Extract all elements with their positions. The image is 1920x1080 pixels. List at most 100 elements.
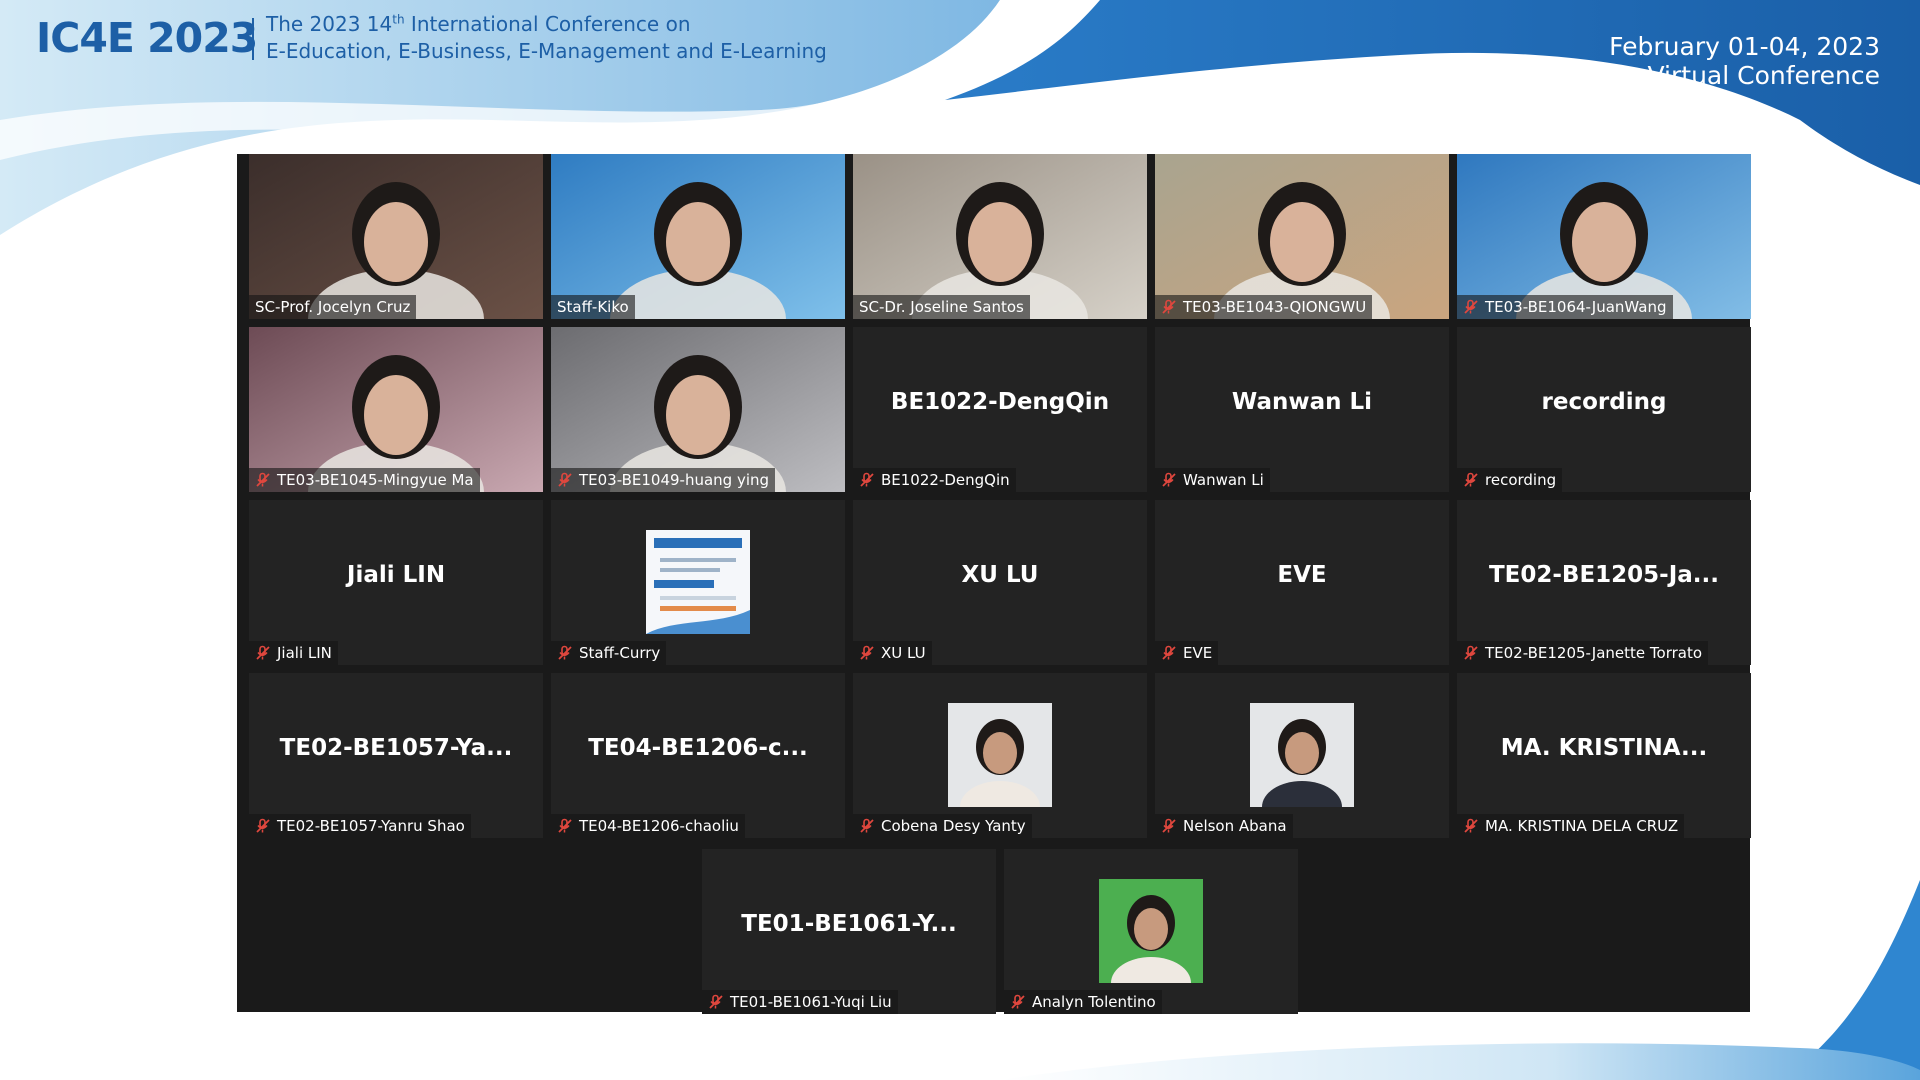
participant-name: Jiali LIN [277,644,332,662]
participant-profile-photo [948,703,1052,807]
mic-muted-icon [558,645,572,660]
mic-muted-icon [1162,472,1176,487]
participant-name: Analyn Tolentino [1032,993,1156,1011]
participant-name-label: TE01-BE1061-Yuqi Liu [702,990,898,1014]
participant-display-name: XU LU [961,562,1039,588]
participant-tile[interactable]: Staff-Kiko [551,154,845,319]
participant-name-label: SC-Dr. Joseline Santos [853,295,1030,319]
participant-name-label: TE02-BE1057-Yanru Shao [249,814,471,838]
participant-name: TE04-BE1206-chaoliu [579,817,739,835]
participant-name-label: XU LU [853,641,932,665]
participant-display-name: Wanwan Li [1231,389,1373,415]
conference-dates: February 01-04, 2023 [1609,32,1880,61]
participant-tile[interactable]: TE02-BE1057-Ya... TE02-BE1057-Yanru Shao [249,673,543,838]
participant-name: recording [1485,471,1557,489]
participant-name-label: EVE [1155,641,1219,665]
mic-muted-icon [1162,645,1176,660]
header-separator [252,18,254,60]
participant-tile[interactable]: TE04-BE1206-c... TE04-BE1206-chaoliu [551,673,845,838]
participant-name-label: Jiali LIN [249,641,338,665]
participant-name: Nelson Abana [1183,817,1287,835]
mic-muted-icon [1464,299,1478,314]
participant-tile[interactable]: EVE EVE [1155,500,1449,665]
participant-tile[interactable]: Wanwan Li Wanwan Li [1155,327,1449,492]
participant-name-label: TE03-BE1045-Mingyue Ma [249,468,480,492]
mic-muted-icon [256,818,270,833]
conference-title-line1: The 2023 14th International Conference o… [266,12,691,36]
mic-muted-icon [256,472,270,487]
participant-name: TE03-BE1043-QIONGWU [1183,298,1367,316]
participant-tile[interactable]: recording recording [1457,327,1751,492]
participant-name-label: Cobena Desy Yanty [853,814,1032,838]
participant-tile[interactable]: Analyn Tolentino [1004,849,1298,1014]
mic-muted-icon [1162,818,1176,833]
participant-name: BE1022-DengQin [881,471,1010,489]
mic-muted-icon [709,994,723,1009]
participant-tile[interactable]: Cobena Desy Yanty [853,673,1147,838]
gallery-view: SC-Prof. Jocelyn Cruz Staff-Kiko SC-Dr. Jo… [237,154,1751,1014]
mic-muted-icon [860,818,874,833]
participant-tile[interactable]: SC-Dr. Joseline Santos [853,154,1147,319]
participant-profile-photo [646,530,750,634]
participant-name: Wanwan Li [1183,471,1264,489]
participant-tile[interactable]: MA. KRISTINA... MA. KRISTINA DELA CRUZ [1457,673,1751,838]
participant-name-label: TE04-BE1206-chaoliu [551,814,745,838]
participant-tile[interactable]: Jiali LIN Jiali LIN [249,500,543,665]
participant-name: TE03-BE1049-huang ying [579,471,770,489]
participant-name-label: Analyn Tolentino [1004,990,1162,1014]
participant-tile[interactable]: TE02-BE1205-Ja... TE02-BE1205-Janette Tor… [1457,500,1751,665]
participant-tile[interactable]: SC-Prof. Jocelyn Cruz [249,154,543,319]
conference-brand: IC4E 2023 [36,14,258,62]
mic-muted-icon [860,645,874,660]
participant-name-label: SC-Prof. Jocelyn Cruz [249,295,417,319]
participant-display-name: EVE [1277,562,1327,588]
participant-tile[interactable]: TE03-BE1043-QIONGWU [1155,154,1449,319]
participant-tile[interactable]: TE03-BE1049-huang ying [551,327,845,492]
participant-name-label: MA. KRISTINA DELA CRUZ [1457,814,1685,838]
participant-display-name: MA. KRISTINA... [1500,735,1708,761]
participant-name: XU LU [881,644,926,662]
participant-display-name: TE02-BE1205-Ja... [1488,562,1720,588]
participant-name-label: Staff-Curry [551,641,667,665]
participant-tile[interactable]: XU LU XU LU [853,500,1147,665]
participant-tile[interactable]: TE01-BE1061-Y... TE01-BE1061-Yuqi Liu [702,849,996,1014]
mic-muted-icon [256,645,270,660]
participant-name-label: BE1022-DengQin [853,468,1016,492]
mic-muted-icon [558,472,572,487]
participant-name-label: TE02-BE1205-Janette Torrato [1457,641,1709,665]
mic-muted-icon [1011,994,1025,1009]
participant-name: SC-Prof. Jocelyn Cruz [255,298,411,316]
participant-name: MA. KRISTINA DELA CRUZ [1485,817,1679,835]
participant-tile[interactable]: Nelson Abana [1155,673,1449,838]
participant-name: TE02-BE1205-Janette Torrato [1485,644,1703,662]
mic-muted-icon [1464,645,1478,660]
mic-muted-icon [558,818,572,833]
participant-name: EVE [1183,644,1213,662]
participant-name: TE01-BE1061-Yuqi Liu [730,993,892,1011]
participant-name-label: recording [1457,468,1563,492]
participant-display-name: TE02-BE1057-Ya... [279,735,513,761]
participant-name: TE02-BE1057-Yanru Shao [277,817,465,835]
participant-name-label: TE03-BE1064-JuanWang [1457,295,1673,319]
participant-name-label: Wanwan Li [1155,468,1270,492]
participant-name-label: TE03-BE1049-huang ying [551,468,776,492]
mic-muted-icon [1464,818,1478,833]
conference-title-line2: E-Education, E-Business, E-Management an… [266,39,827,63]
participant-name: TE03-BE1045-Mingyue Ma [277,471,474,489]
participant-name-label: Nelson Abana [1155,814,1293,838]
participant-profile-photo [1099,879,1203,983]
participant-tile[interactable]: BE1022-DengQin BE1022-DengQin [853,327,1147,492]
participant-tile[interactable]: TE03-BE1045-Mingyue Ma [249,327,543,492]
participant-display-name: TE04-BE1206-c... [588,735,808,761]
mic-muted-icon [1162,299,1176,314]
participant-name-label: TE03-BE1043-QIONGWU [1155,295,1373,319]
participant-name: Staff-Curry [579,644,661,662]
participant-profile-photo [1250,703,1354,807]
participant-display-name: recording [1541,389,1667,415]
conference-mode: Virtual Conference [1647,61,1881,90]
participant-name: Cobena Desy Yanty [881,817,1026,835]
participant-tile[interactable]: Staff-Curry [551,500,845,665]
participant-display-name: TE01-BE1061-Y... [741,911,957,937]
participant-name: TE03-BE1064-JuanWang [1485,298,1667,316]
participant-tile[interactable]: TE03-BE1064-JuanWang [1457,154,1751,319]
